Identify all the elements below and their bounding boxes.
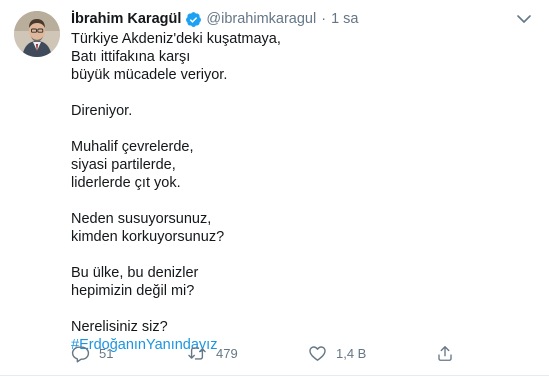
tweet-line: Direniyor. xyxy=(71,103,133,119)
tweet-line: Bu ülke, bu denizler xyxy=(71,265,199,281)
verified-badge-icon xyxy=(185,11,202,28)
tweet-header: İbrahim Karagül @ibrahimkaragul · 1 sa xyxy=(71,9,358,29)
avatar-image xyxy=(14,11,60,57)
tweet-line: siyasi partilerde, xyxy=(71,157,176,173)
tweet-divider xyxy=(0,375,549,376)
author-name[interactable]: İbrahim Karagül xyxy=(71,11,181,27)
reply-button[interactable]: 51 xyxy=(71,343,113,363)
like-button[interactable]: 1,4 B xyxy=(308,343,366,363)
tweet-line: Muhalif çevrelerde, xyxy=(71,139,194,155)
like-count: 1,4 B xyxy=(336,345,367,361)
tweet-line: Nerelisiniz siz? xyxy=(71,319,168,335)
retweet-button[interactable]: 479 xyxy=(187,343,238,363)
separator-dot: · xyxy=(321,11,327,27)
tweet-line: Neden susuyorsunuz, xyxy=(71,211,212,227)
reply-count: 51 xyxy=(99,345,114,361)
tweet-line-gap xyxy=(71,120,531,138)
share-button[interactable] xyxy=(436,343,454,363)
share-icon xyxy=(438,345,452,361)
tweet-line: büyük mücadele veriyor. xyxy=(71,67,228,83)
heart-icon xyxy=(309,345,326,361)
tweet-line-gap xyxy=(71,84,531,102)
tweet-line-gap xyxy=(71,300,531,318)
tweet[interactable]: İbrahim Karagül @ibrahimkaragul · 1 sa T… xyxy=(0,0,549,377)
tweet-actions: 51 479 1,4 B xyxy=(71,343,541,365)
tweet-line: liderlerde çıt yok. xyxy=(71,175,181,191)
tweet-line-gap xyxy=(71,246,531,264)
reply-icon xyxy=(71,345,90,362)
author-handle[interactable]: @ibrahimkaragul xyxy=(206,11,316,27)
tweet-line: Türkiye Akdeniz'deki kuşatmaya, xyxy=(71,31,281,47)
tweet-line-gap xyxy=(71,192,531,210)
more-options-button[interactable] xyxy=(514,11,534,27)
tweet-line: kimden korkuyorsunuz? xyxy=(71,229,225,245)
avatar[interactable] xyxy=(14,11,60,57)
tweet-text: Türkiye Akdeniz'deki kuşatmaya, Batı itt… xyxy=(71,30,531,354)
tweet-line: hepimizin değil mi? xyxy=(71,283,195,299)
retweet-count: 479 xyxy=(216,345,238,361)
tweet-line: Batı ittifakına karşı xyxy=(71,49,191,65)
chevron-down-icon xyxy=(517,15,531,23)
tweet-timestamp[interactable]: 1 sa xyxy=(331,11,358,27)
retweet-icon xyxy=(188,346,206,360)
